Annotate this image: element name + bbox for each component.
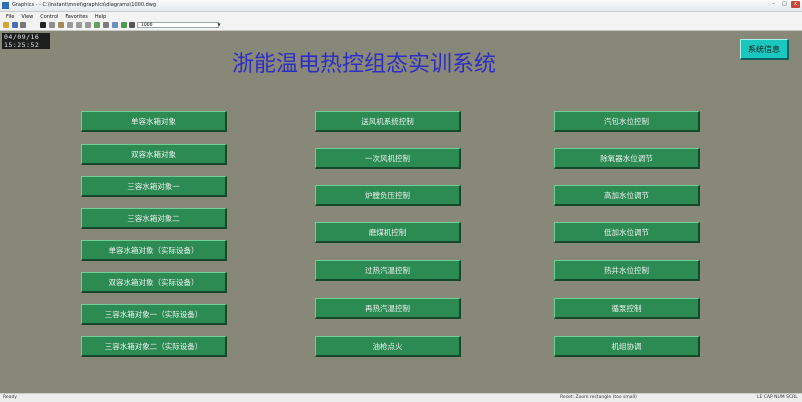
zoom-select[interactable]: 1000: [137, 22, 219, 28]
deaerator-level-button[interactable]: 除氧器水位调节: [554, 148, 700, 169]
toolbar: 1000 ▼: [0, 21, 802, 31]
circulating-pump-control-button[interactable]: 循泵控制: [554, 298, 700, 319]
window-titlebar: Graphics - - C:\Instant\mnet\graphics\di…: [0, 0, 802, 12]
grid-icon[interactable]: [121, 22, 127, 28]
primary-fan-control-button[interactable]: 一次风机控制: [315, 148, 461, 169]
window-controls: – □ x: [769, 1, 800, 8]
cut-icon[interactable]: [40, 22, 46, 28]
triple-tank-1-button[interactable]: 三容水箱对象一: [81, 176, 227, 197]
triple-tank-2-button[interactable]: 三容水箱对象二: [81, 208, 227, 229]
home-icon[interactable]: [103, 22, 109, 28]
coal-mill-control-button[interactable]: 磨煤机控制: [315, 222, 461, 243]
refresh-icon[interactable]: [94, 22, 100, 28]
system-info-button[interactable]: 系统信息: [740, 39, 789, 60]
paste-icon[interactable]: [58, 22, 64, 28]
app-icon: [2, 2, 9, 9]
menu-control[interactable]: Control: [40, 14, 58, 20]
page-title: 浙能温电热控组态实训系统: [232, 52, 497, 77]
lp-heater-level-button[interactable]: 低加水位调节: [554, 222, 700, 243]
supply-fan-control-button[interactable]: 送风机系统控制: [315, 111, 461, 132]
drum-level-control-button[interactable]: 汽包水位控制: [554, 111, 700, 132]
double-tank-real-button[interactable]: 双容水箱对象（实际设备）: [81, 272, 227, 293]
chevron-down-icon[interactable]: ▼: [216, 22, 222, 28]
forward-icon[interactable]: [76, 22, 82, 28]
triple-tank-2-real-button[interactable]: 三容水箱对象二（实际设备）: [81, 336, 227, 357]
status-ready: Ready: [3, 395, 17, 400]
menu-view[interactable]: View: [21, 14, 33, 20]
menu-favorites[interactable]: Favorites: [65, 14, 88, 20]
wifi-icon[interactable]: [112, 22, 118, 28]
hp-heater-level-button[interactable]: 高加水位调节: [554, 185, 700, 206]
status-indicators: LE CAP NUM SCRL: [757, 395, 798, 400]
minimize-button[interactable]: –: [769, 1, 778, 8]
menu-file[interactable]: File: [6, 14, 14, 20]
reheat-temp-control-button[interactable]: 再热汽温控制: [315, 298, 461, 319]
back-icon[interactable]: [67, 22, 73, 28]
time-display: 15:25:52: [2, 41, 50, 49]
save-icon[interactable]: [12, 22, 18, 28]
copy-icon[interactable]: [49, 22, 55, 28]
print-icon[interactable]: [20, 22, 26, 28]
status-message: Reset: Zoom rectangle (too small): [560, 395, 637, 400]
maximize-button[interactable]: □: [780, 1, 789, 8]
menu-bar: File View Control Favorites Help: [0, 12, 802, 21]
hotwell-level-control-button[interactable]: 热井水位控制: [554, 260, 700, 281]
single-tank-button[interactable]: 单容水箱对象: [81, 111, 227, 132]
single-tank-real-button[interactable]: 单容水箱对象（实际设备）: [81, 240, 227, 261]
oil-gun-ignition-button[interactable]: 油枪点火: [315, 336, 461, 357]
triple-tank-1-real-button[interactable]: 三容水箱对象一（实际设备）: [81, 304, 227, 325]
unit-coordination-button[interactable]: 机组协调: [554, 336, 700, 357]
window-title: Graphics - - C:\Instant\mnet\graphics\di…: [12, 2, 157, 8]
date-display: 04/09/16: [2, 33, 50, 41]
menu-help[interactable]: Help: [95, 14, 106, 20]
superheat-temp-control-button[interactable]: 过热汽温控制: [315, 260, 461, 281]
close-button[interactable]: x: [791, 1, 800, 8]
open-folder-icon[interactable]: [3, 22, 9, 28]
up-icon[interactable]: [85, 22, 91, 28]
double-tank-button[interactable]: 双容水箱对象: [81, 144, 227, 165]
furnace-pressure-control-button[interactable]: 炉膛负压控制: [315, 185, 461, 206]
zoom-icon[interactable]: [129, 22, 135, 28]
